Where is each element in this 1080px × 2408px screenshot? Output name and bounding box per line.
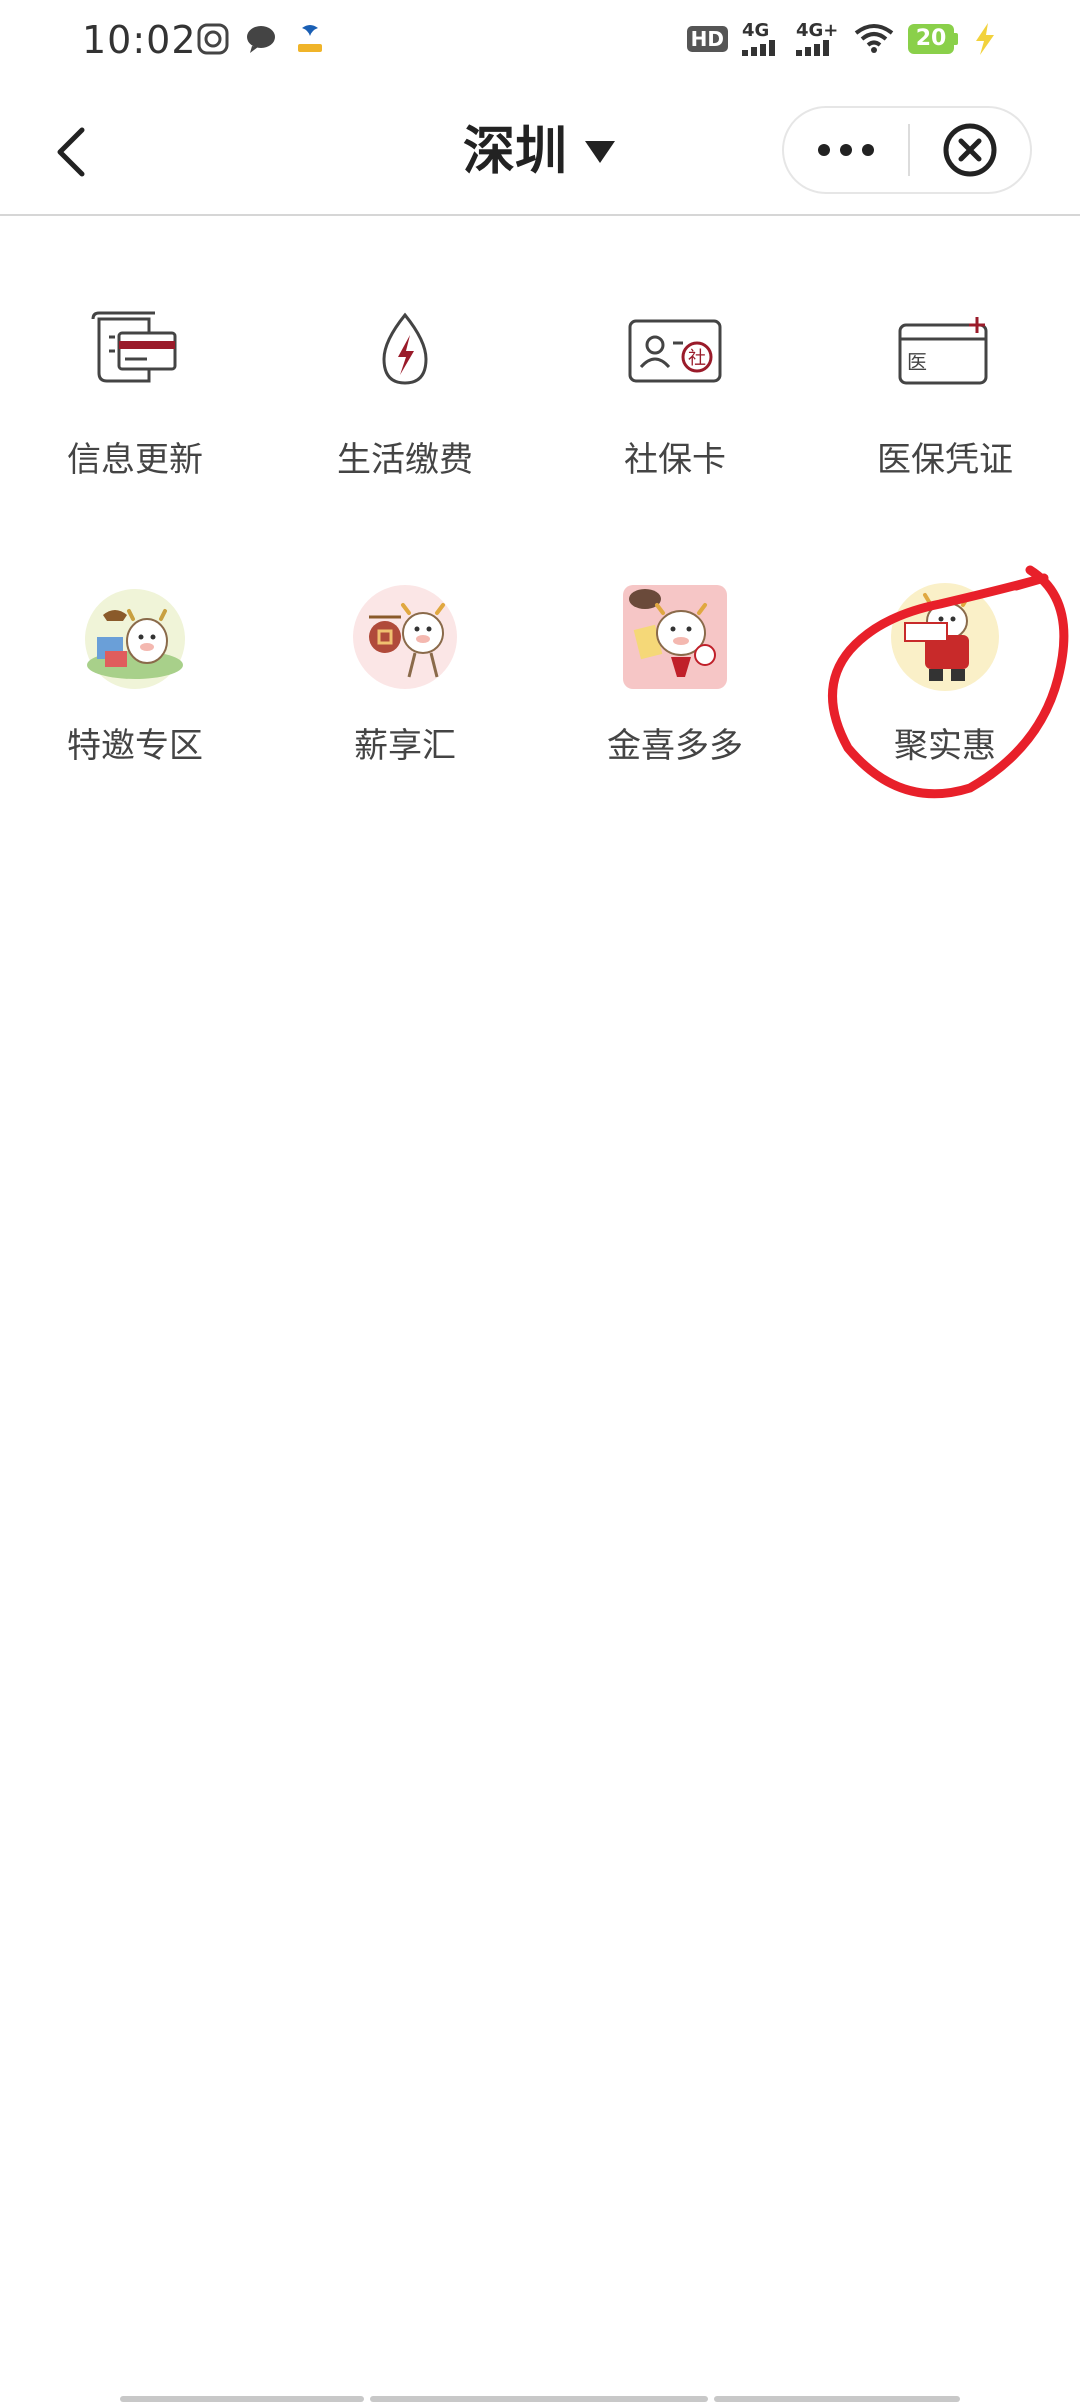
utility-payment-icon bbox=[382, 312, 428, 385]
more-dots-icon bbox=[818, 144, 874, 156]
grid-item-info-update[interactable]: 信息更新 bbox=[0, 286, 270, 482]
grid-item-good-deals[interactable]: 聚实惠 bbox=[810, 572, 1080, 768]
signal-4g-icon: 4G bbox=[742, 22, 782, 56]
app-screen: 10:02 HD 4G 4G+ 20 深圳 信息更新 生活缴费 社 社保卡 医 … bbox=[0, 0, 1080, 2408]
salary-benefit-icon bbox=[353, 585, 457, 689]
grid-item-label: 医保凭证 bbox=[877, 440, 1013, 480]
grid-item-salary-benefit[interactable]: 薪享汇 bbox=[270, 572, 540, 768]
mini-program-capsule bbox=[782, 106, 1032, 194]
grid-item-label: 社保卡 bbox=[624, 440, 726, 480]
grid-item-social-security-card[interactable]: 社 社保卡 bbox=[540, 286, 810, 482]
navigation-bar: 深圳 bbox=[0, 88, 1080, 216]
status-system-icons: HD 4G 4G+ 20 bbox=[686, 22, 998, 56]
close-button[interactable] bbox=[910, 108, 1030, 192]
status-time: 10:02 bbox=[82, 18, 197, 62]
wifi-icon bbox=[854, 24, 894, 53]
social-security-card-icon: 社 bbox=[628, 319, 722, 383]
grid-item-label: 特邀专区 bbox=[67, 726, 203, 766]
close-circle-icon bbox=[943, 123, 997, 177]
grid-item-utility-payment[interactable]: 生活缴费 bbox=[270, 286, 540, 482]
battery-level: 20 bbox=[908, 24, 954, 54]
grid-item-special-invite[interactable]: 特邀专区 bbox=[0, 572, 270, 768]
medical-insurance-card-icon: 医 bbox=[898, 317, 988, 385]
svg-text:社: 社 bbox=[688, 348, 706, 369]
hd-voice-badge: HD bbox=[686, 26, 728, 52]
screenshot-app-icon bbox=[197, 23, 229, 55]
gesture-bar bbox=[120, 2396, 960, 2404]
svg-text:医: 医 bbox=[907, 350, 927, 374]
page-title: 深圳 bbox=[462, 122, 567, 182]
good-deals-icon bbox=[891, 583, 999, 691]
message-icon bbox=[247, 26, 275, 53]
charging-icon bbox=[976, 23, 994, 55]
grid-item-label: 聚实惠 bbox=[894, 726, 996, 766]
telecom-icon bbox=[298, 25, 322, 52]
grid-item-label: 信息更新 bbox=[67, 440, 203, 480]
grid-item-label: 薪享汇 bbox=[354, 726, 456, 766]
grid-item-label: 金喜多多 bbox=[607, 726, 743, 766]
signal-4g-plus-icon: 4G+ bbox=[796, 22, 840, 56]
triangle-down-icon bbox=[585, 141, 615, 163]
grid-item-golden-joy[interactable]: 金喜多多 bbox=[540, 572, 810, 768]
more-button[interactable] bbox=[784, 108, 908, 192]
grid-item-medical-insurance[interactable]: 医 医保凭证 bbox=[810, 286, 1080, 482]
status-bar: 10:02 HD 4G 4G+ 20 bbox=[0, 0, 1080, 88]
status-notification-icons bbox=[196, 22, 328, 56]
golden-joy-icon bbox=[623, 585, 727, 689]
battery-icon: 20 bbox=[908, 24, 958, 54]
special-invite-icon bbox=[85, 589, 185, 689]
grid-item-label: 生活缴费 bbox=[337, 440, 473, 480]
info-update-icon bbox=[91, 311, 177, 383]
